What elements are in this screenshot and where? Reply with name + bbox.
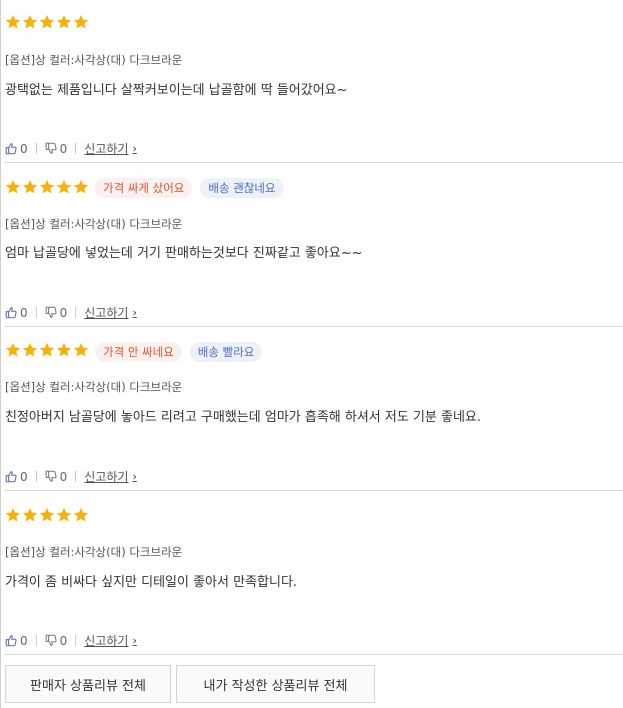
my-reviews-button[interactable]: 내가 작성한 상품리뷰 전체 (176, 665, 375, 703)
report-label: 신고하기 (84, 470, 129, 484)
thumbs-down-icon (45, 306, 57, 318)
dislike-count: 0 (59, 469, 68, 484)
star-icon (56, 507, 72, 523)
dislike-button[interactable]: 0 (45, 633, 68, 648)
dislike-count: 0 (59, 141, 68, 156)
review-actions: 0 0 신고하기 › (5, 468, 137, 485)
review-actions: 0 0 신고하기 › (5, 140, 137, 157)
bottom-buttons: 판매자 상품리뷰 전체 내가 작성한 상품리뷰 전체 (5, 665, 375, 703)
review-content: 광택없는 제품입니다 살짝커보이는데 납골함에 딱 들어갔어요~ (5, 83, 348, 98)
star-icon (22, 342, 38, 358)
divider (75, 307, 77, 318)
price-tag: 가격 싸게 샀어요 (95, 178, 193, 198)
divider (75, 471, 77, 482)
delivery-tag: 배송 괜찮네요 (200, 178, 284, 198)
like-count: 0 (20, 305, 28, 320)
star-rating (5, 507, 89, 523)
review-actions: 0 0 신고하기 › (5, 632, 137, 649)
price-tag: 가격 안 싸네요 (95, 342, 182, 362)
thumbs-down-icon (45, 470, 57, 482)
star-icon (22, 507, 38, 523)
star-icon (39, 14, 55, 30)
dislike-count: 0 (59, 633, 68, 648)
star-icon (39, 507, 55, 523)
report-label: 신고하기 (84, 142, 129, 156)
star-rating (5, 342, 89, 358)
chevron-right-icon: › (132, 142, 137, 155)
report-label: 신고하기 (84, 634, 129, 648)
review-content: 엄마 납골당에 넣었는데 거기 판매하는것보다 진짜같고 좋아요~~ (5, 246, 363, 261)
thumbs-down-icon (45, 634, 57, 646)
review-option: [옵션]상 컬러:사각상(대) 다크브라운 (5, 53, 183, 67)
thumbs-down-icon (45, 142, 57, 154)
dislike-count: 0 (59, 305, 68, 320)
like-button[interactable]: 0 (5, 306, 28, 320)
divider (75, 143, 77, 154)
divider (75, 635, 77, 646)
thumbs-up-icon (5, 471, 17, 483)
dislike-button[interactable]: 0 (45, 305, 68, 320)
divider (35, 635, 37, 646)
chevron-right-icon: › (132, 470, 137, 483)
review-option: [옵션]상 컬러:사각상(대) 다크브라운 (5, 545, 183, 559)
star-icon (5, 179, 21, 195)
like-button[interactable]: 0 (5, 634, 28, 648)
chevron-right-icon: › (132, 306, 137, 319)
like-button[interactable]: 0 (5, 470, 28, 484)
review-content: 친정아버지 남골당에 놓아드 리려고 구매했는데 엄마가 흡족해 하셔서 저도 … (5, 410, 482, 425)
star-icon (73, 179, 89, 195)
dislike-button[interactable]: 0 (45, 469, 68, 484)
thumbs-up-icon (5, 143, 17, 155)
report-link[interactable]: 신고하기 › (84, 468, 137, 485)
seller-reviews-button[interactable]: 판매자 상품리뷰 전체 (5, 665, 171, 703)
star-icon (22, 14, 38, 30)
review-item: [옵션]상 컬러:사각상(대) 다크브라운 광택없는 제품입니다 살짝커보이는데… (0, 0, 623, 163)
report-link[interactable]: 신고하기 › (84, 304, 137, 321)
star-icon (5, 507, 21, 523)
like-count: 0 (20, 633, 28, 648)
review-item: [옵션]상 컬러:사각상(대) 다크브라운 가격이 좀 비싸다 싶지만 디테일이… (0, 491, 623, 655)
review-tags: 가격 싸게 샀어요 배송 괜찮네요 (95, 178, 284, 198)
review-item: 가격 싸게 샀어요 배송 괜찮네요 [옵션]상 컬러:사각상(대) 다크브라운 … (0, 163, 623, 327)
star-icon (5, 342, 21, 358)
chevron-right-icon: › (132, 634, 137, 647)
star-icon (22, 179, 38, 195)
dislike-button[interactable]: 0 (45, 141, 68, 156)
delivery-tag: 배송 빨라요 (189, 342, 263, 362)
like-count: 0 (20, 469, 28, 484)
star-icon (5, 14, 21, 30)
divider (35, 307, 37, 318)
thumbs-up-icon (5, 307, 17, 319)
divider (35, 471, 37, 482)
star-icon (56, 14, 72, 30)
star-icon (73, 342, 89, 358)
star-icon (56, 179, 72, 195)
star-icon (39, 342, 55, 358)
star-icon (56, 342, 72, 358)
review-option: [옵션]상 컬러:사각상(대) 다크브라운 (5, 380, 183, 394)
review-option: [옵션]상 컬러:사각상(대) 다크브라운 (5, 217, 183, 231)
review-divider (5, 654, 623, 655)
star-icon (39, 179, 55, 195)
star-icon (73, 507, 89, 523)
divider (35, 143, 37, 154)
review-content: 가격이 좀 비싸다 싶지만 디테일이 좋아서 만족합니다. (5, 575, 298, 590)
like-count: 0 (20, 141, 28, 156)
thumbs-up-icon (5, 635, 17, 647)
review-tags: 가격 안 싸네요 배송 빨라요 (95, 342, 263, 362)
report-link[interactable]: 신고하기 › (84, 140, 137, 157)
review-item: 가격 안 싸네요 배송 빨라요 [옵션]상 컬러:사각상(대) 다크브라운 친정… (0, 327, 623, 491)
report-label: 신고하기 (84, 306, 129, 320)
star-rating (5, 179, 89, 195)
review-actions: 0 0 신고하기 › (5, 304, 137, 321)
report-link[interactable]: 신고하기 › (84, 632, 137, 649)
star-icon (73, 14, 89, 30)
star-rating (5, 14, 89, 30)
like-button[interactable]: 0 (5, 142, 28, 156)
